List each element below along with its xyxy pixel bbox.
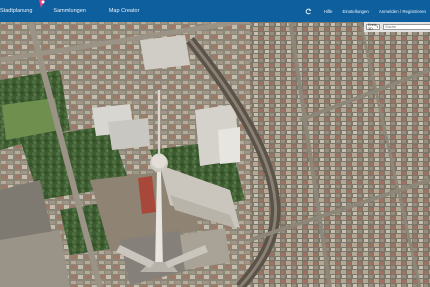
logo-icon — [39, 0, 45, 8]
chevron-down-icon: ▾ — [376, 25, 379, 29]
refresh-icon[interactable] — [305, 8, 312, 15]
view-mode-value: Kreis 3D — [368, 23, 377, 31]
header-tools: Hilfe Einstellungen Anmelden / Registrie… — [305, 0, 426, 22]
help-link[interactable]: Hilfe — [324, 9, 333, 14]
search-input[interactable] — [383, 24, 430, 30]
nav-item-stadtplanung[interactable]: Stadtplanung — [0, 8, 32, 14]
map-toolbar: Kreis 3D ▾ — [364, 22, 430, 32]
aerial-map-view[interactable] — [0, 0, 430, 287]
app-window: Stadtplanung Sammlungen Map Creator Hilf… — [0, 0, 430, 287]
login-link[interactable]: Anmelden / Registrieren — [379, 9, 426, 14]
nav-item-sammlungen[interactable]: Sammlungen — [53, 8, 85, 14]
nav-item-map-creator[interactable]: Map Creator — [109, 8, 140, 14]
view-mode-select[interactable]: Kreis 3D ▾ — [366, 23, 381, 31]
top-navigation-bar: Stadtplanung Sammlungen Map Creator Hilf… — [0, 0, 430, 22]
settings-link[interactable]: Einstellungen — [343, 9, 369, 14]
